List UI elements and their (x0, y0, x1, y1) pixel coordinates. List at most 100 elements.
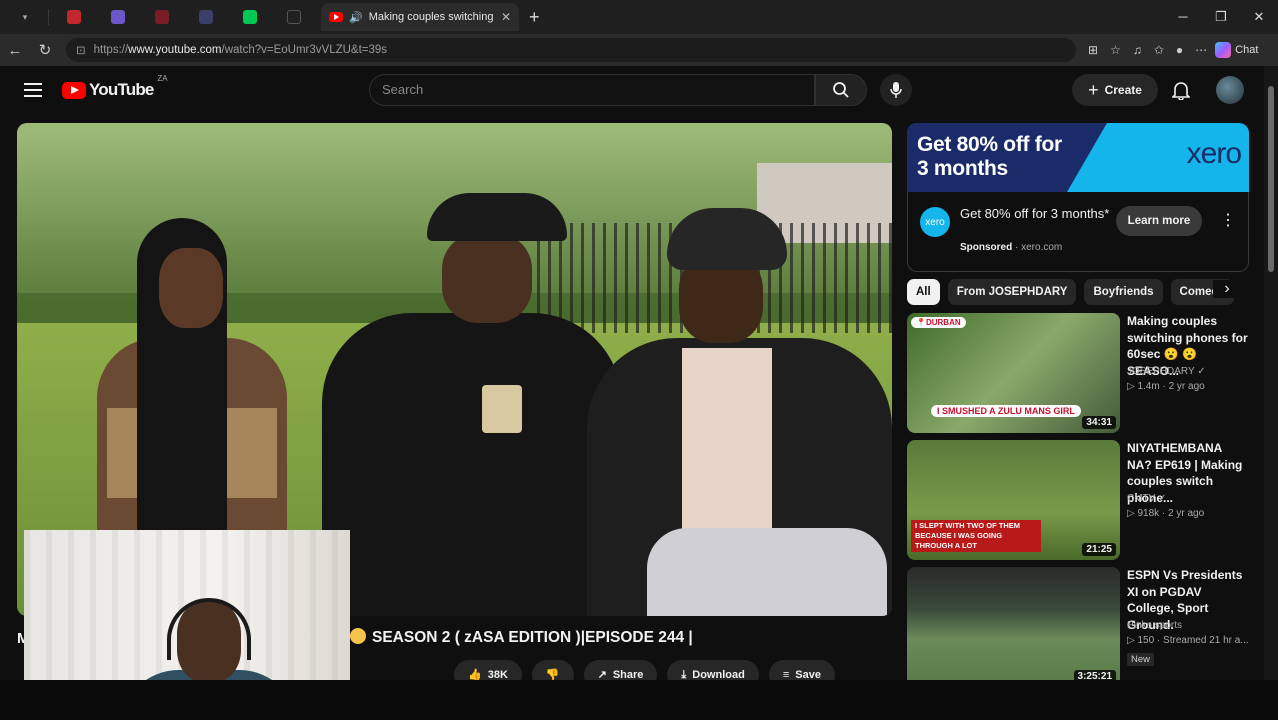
url-text: https://www.youtube.com/watch?v=EoUmr3vV… (94, 44, 387, 56)
bottom-bar (0, 680, 1278, 720)
video-meta: ▷ 1.4m · 2 yr ago (1127, 381, 1205, 392)
thumbnail-caption: I SLEPT WITH TWO OF THEM BECAUSE I WAS G… (911, 520, 1041, 552)
youtube-header: YouTube ZA Search + Create (0, 66, 1262, 114)
bell-icon (1172, 82, 1190, 100)
page-scrollbar[interactable] (1264, 66, 1278, 680)
browser-actions: ⊞ ☆ ♫ ✩ ● ⋯ (1088, 43, 1207, 57)
ad-domain: xero.com (1021, 242, 1063, 253)
tab-title: Making couples switching phones for 60se… (368, 11, 495, 23)
channel-name[interactable]: Pinka sports (1127, 620, 1182, 631)
chat-label: Chat (1235, 44, 1259, 56)
advertiser-logo[interactable]: xero (920, 207, 950, 237)
youtube-logo[interactable]: YouTube ZA (62, 74, 168, 100)
search-icon (833, 82, 849, 98)
learn-more-button[interactable]: Learn more (1116, 206, 1202, 236)
video-meta: ▷ 150 · Streamed 21 hr a... (1127, 635, 1249, 646)
more-menu-icon[interactable]: ⋯ (1195, 43, 1207, 57)
browser-tab-3[interactable] (143, 4, 181, 30)
copilot-chat-button[interactable]: Chat (1215, 42, 1258, 58)
media-control-icon[interactable]: ♫ (1133, 43, 1142, 57)
duration-badge: 21:25 (1082, 543, 1116, 556)
recommendation-item[interactable]: 3:25:21 ESPN Vs Presidents XI on PGDAV C… (907, 567, 1249, 687)
voice-search-button[interactable] (880, 74, 912, 106)
maximize-button[interactable]: ❐ (1202, 0, 1240, 34)
back-button[interactable]: ← (0, 42, 30, 59)
video-title: SEASON 2 ( zASA EDITION )|EPISODE 244 | (350, 628, 693, 647)
ad-banner[interactable]: Get 80% off for 3 months xero (907, 123, 1249, 192)
scrollbar-thumb[interactable] (1268, 86, 1274, 272)
recommendation-item[interactable]: 📍DURBAN I SMUSHED A ZULU MANS GIRL 34:31… (907, 313, 1249, 433)
video-thumbnail[interactable]: I SLEPT WITH TWO OF THEM BECAUSE I WAS G… (907, 440, 1120, 560)
emoji-icon (350, 628, 366, 644)
profile-icon[interactable]: ● (1176, 43, 1183, 57)
favicon (155, 10, 169, 24)
create-label: Create (1104, 83, 1142, 97)
verified-icon: ✓ (1158, 493, 1167, 504)
browser-tab-4[interactable] (187, 4, 225, 30)
close-window-button[interactable]: ✕ (1240, 0, 1278, 34)
browser-tab-5[interactable] (231, 4, 269, 30)
favicon (111, 10, 125, 24)
search-input[interactable]: Search (369, 74, 815, 106)
video-title-text: SEASON 2 ( zASA EDITION )|EPISODE 244 | (372, 629, 693, 646)
filter-chips: All From JOSEPHDARY Boyfriends Comedy › (907, 278, 1249, 306)
menu-icon[interactable] (24, 83, 42, 97)
url-domain: www.youtube.com (128, 44, 222, 56)
video-thumbnail[interactable]: 3:25:21 (907, 567, 1120, 687)
site-info-icon[interactable]: ⊡ (76, 43, 86, 57)
chevron-right-icon[interactable]: › (1213, 280, 1241, 298)
country-code: ZA (157, 74, 168, 83)
video-thumbnail[interactable]: 📍DURBAN I SMUSHED A ZULU MANS GIRL 34:31 (907, 313, 1120, 433)
favorite-star-icon[interactable]: ☆ (1110, 43, 1121, 57)
search-button[interactable] (815, 74, 867, 106)
browser-tab-active[interactable]: 🔊 Making couples switching phones for 60… (321, 3, 519, 31)
address-bar[interactable]: ⊡ https://www.youtube.com/watch?v=EoUmr3… (66, 38, 1076, 62)
notifications-button[interactable] (1170, 78, 1192, 102)
video-person-man-bucket-hat (587, 208, 892, 616)
thumbnail-caption: I SMUSHED A ZULU MANS GIRL (931, 405, 1081, 417)
channel-name-text: CMTV (1127, 493, 1156, 504)
chip-all[interactable]: All (907, 279, 940, 305)
channel-name-text: JOSEPHDARY (1127, 366, 1195, 377)
close-tab-icon[interactable]: ✕ (501, 10, 511, 24)
sponsored-label: Sponsored (960, 242, 1013, 253)
favorites-icon[interactable]: ✩ (1154, 43, 1164, 57)
duration-badge: 34:31 (1082, 416, 1116, 429)
youtube-play-icon (62, 81, 86, 99)
tab-separator (48, 9, 49, 25)
new-tab-button[interactable]: + (529, 7, 540, 28)
new-badge: New (1127, 653, 1155, 666)
favicon (243, 10, 257, 24)
create-button[interactable]: + Create (1072, 74, 1158, 106)
logo-text: YouTube (89, 80, 154, 99)
verified-icon: ✓ (1197, 366, 1206, 377)
speaker-icon: 🔊 (349, 11, 363, 24)
window-controls: ─ ❐ ✕ (1164, 0, 1278, 34)
chevron-down-icon: ▾ (22, 11, 28, 22)
tiktok-icon (287, 10, 301, 24)
copilot-icon (1215, 42, 1232, 58)
channel-name[interactable]: JOSEPHDARY ✓ (1127, 366, 1206, 377)
app-available-icon[interactable]: ⊞ (1088, 43, 1098, 57)
browser-tab-2[interactable] (99, 4, 137, 30)
ad-brand-logo: xero (1186, 137, 1242, 170)
chip-boyfriends[interactable]: Boyfriends (1084, 279, 1163, 305)
channel-name[interactable]: CMTV ✓ (1127, 493, 1167, 504)
browser-tab-1[interactable] (55, 4, 93, 30)
recommendation-item[interactable]: I SLEPT WITH TWO OF THEM BECAUSE I WAS G… (907, 440, 1249, 560)
plus-icon: + (1088, 79, 1099, 100)
minimize-button[interactable]: ─ (1164, 0, 1202, 34)
url-prefix: https:// (93, 44, 129, 56)
account-avatar[interactable] (1216, 76, 1244, 104)
reload-button[interactable]: ↻ (30, 41, 60, 59)
browser-tab-6[interactable] (275, 4, 313, 30)
chip-from-channel[interactable]: From JOSEPHDARY (947, 279, 1077, 305)
ad-headline: Get 80% off for 3 months (917, 133, 1062, 180)
ad-sponsor-line: Sponsored · xero.com (960, 242, 1063, 253)
browser-toolbar: ← ↻ ⊡ https://www.youtube.com/watch?v=Eo… (0, 34, 1278, 66)
youtube-favicon (329, 12, 343, 22)
ad-text[interactable]: Get 80% off for 3 months* (960, 205, 1110, 223)
tab-actions-button[interactable]: ▾ (6, 4, 44, 30)
ad-info: xero Get 80% off for 3 months* Sponsored… (907, 192, 1249, 272)
more-options-icon[interactable]: ⋮ (1220, 210, 1236, 230)
